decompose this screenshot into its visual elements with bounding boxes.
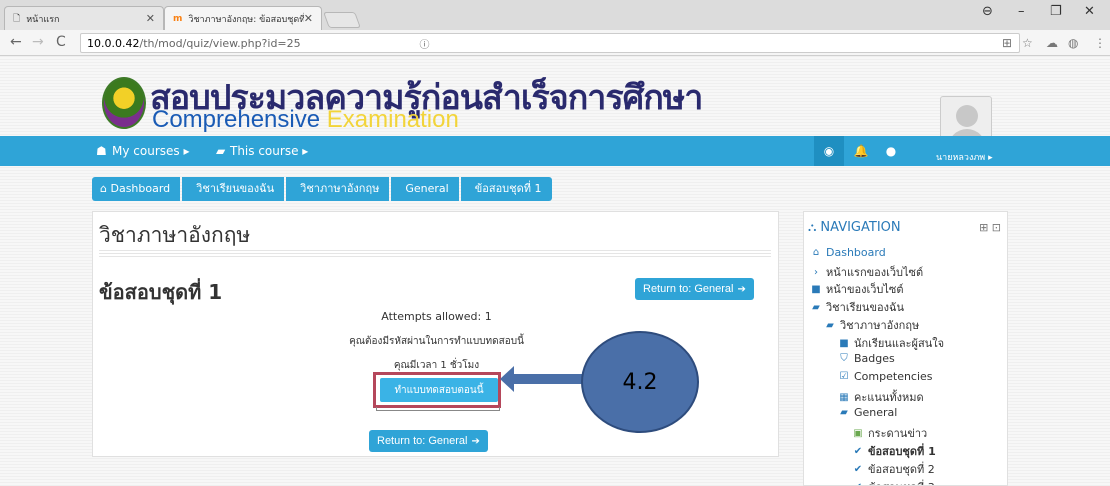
breadcrumb: ⌂ Dashboard วิชาเรียนของฉัน วิชาภาษาอังก…	[92, 177, 554, 201]
shield-icon: ⛉	[840, 353, 848, 364]
quiz-icon: ✔	[852, 482, 864, 486]
breadcrumb-quiz[interactable]: ข้อสอบชุดที่ 1	[460, 177, 552, 201]
nav-item-dashboard[interactable]: ⌂ Dashboard	[810, 246, 886, 259]
sign-in-icon: ➔	[471, 435, 480, 447]
table-icon: ▦	[839, 391, 849, 403]
reload-icon[interactable]: C	[56, 34, 66, 50]
chevron-right-icon: ›	[814, 266, 818, 278]
quiz-title: ข้อสอบชุดที่ 1	[99, 280, 223, 304]
book-icon: ▰	[216, 144, 226, 158]
nav-item-course[interactable]: ▰ วิชาภาษาอังกฤษ	[824, 316, 919, 334]
tab-label: หน้าแรก	[26, 14, 60, 25]
browser-tabstrip: 🗋 หน้าแรก ✕ m วิชาภาษาอังกฤษ: ข้อสอบชุดท…	[0, 0, 1110, 30]
top-navbar: ☗ My courses ▸ ▰ This course ▸ ◉ 🔔 ● นาย…	[0, 136, 1110, 166]
my-courses-menu[interactable]: My courses ▸	[112, 144, 189, 158]
maximize-icon[interactable]: ❐	[1050, 4, 1062, 19]
folder-open-icon: ▰	[840, 407, 848, 418]
moodle-icon: m	[173, 13, 183, 24]
mortarboard-icon: ☗	[96, 144, 107, 158]
sitemap-icon: ⛬	[808, 220, 817, 234]
divider	[99, 249, 771, 257]
navigation-title: NAVIGATION	[820, 220, 901, 235]
nav-item-competencies[interactable]: ☑ Competencies	[838, 370, 933, 383]
forward-icon[interactable]: →	[32, 34, 44, 50]
breadcrumb-label: ข้อสอบชุดที่ 1	[474, 182, 542, 195]
sign-in-icon: ➔	[737, 283, 746, 295]
annotation-badge: 4.2	[581, 331, 699, 433]
close-icon[interactable]: ✕	[146, 12, 155, 25]
nav-item-forum[interactable]: ▣ กระดานข่าว	[852, 424, 927, 442]
breadcrumb-label: วิชาภาษาอังกฤษ	[300, 182, 380, 195]
button-label: Return to: General	[377, 435, 468, 447]
menu-icon[interactable]: ⋮	[1094, 36, 1106, 50]
minimize-icon[interactable]: –	[1018, 4, 1025, 19]
extension-icon[interactable]: ☁	[1046, 36, 1058, 50]
nav-item-badges[interactable]: ⛉ Badges	[838, 352, 895, 365]
dock-icon[interactable]: ⊞	[979, 221, 988, 234]
subtitle-word1: Comprehensive	[152, 106, 321, 133]
nav-item-general[interactable]: ▰ General	[838, 406, 897, 419]
checkbox-icon: ☑	[839, 371, 849, 382]
back-icon[interactable]: ←	[10, 34, 22, 50]
breadcrumb-dashboard[interactable]: ⌂ Dashboard	[92, 177, 181, 201]
nav-item-site-home[interactable]: › หน้าแรกของเว็บไซต์	[810, 263, 923, 281]
new-tab-button[interactable]	[323, 12, 361, 28]
profile-icon[interactable]: ⊖	[982, 4, 993, 19]
page-body: สอบประมวลความรู้ก่อนสำเร็จการศึกษา Compr…	[0, 56, 1110, 486]
address-bar: ← → C ⓘ 10.0.0.42 /th/mod/quiz/view.php?…	[0, 30, 1110, 56]
this-course-menu[interactable]: This course ▸	[230, 144, 308, 158]
folder-icon: ■	[839, 337, 849, 349]
star-icon[interactable]: ☆	[1022, 36, 1033, 50]
folder-open-icon: ▰	[826, 319, 834, 331]
home-icon: ⌂	[812, 247, 820, 258]
close-icon[interactable]: ✕	[304, 12, 313, 25]
window-close-icon[interactable]: ✕	[1084, 4, 1095, 19]
breadcrumb-label: Dashboard	[110, 182, 171, 195]
nav-item-site-pages[interactable]: ■ หน้าของเว็บไซต์	[810, 280, 903, 298]
user-menu[interactable]: นายหลวงภพ ▸	[936, 150, 993, 164]
tab-label: วิชาภาษาอังกฤษ: ข้อสอบชุดที่	[188, 14, 304, 25]
info-icon[interactable]: ⓘ	[81, 36, 768, 51]
quiz-icon: ✔	[853, 463, 863, 475]
navigation-block: ⛬ NAVIGATION ⊞ ⊡ ⌂ Dashboard › หน้าแรกของเ…	[803, 211, 1008, 486]
navigation-header: ⛬ NAVIGATION	[808, 220, 901, 235]
attempts-allowed: Attempts allowed: 1	[381, 310, 492, 323]
nav-item-quiz-2[interactable]: ✔ ข้อสอบชุดที่ 2	[852, 460, 935, 478]
nav-item-participants[interactable]: ■ นักเรียนและผู้สนใจ	[838, 334, 944, 352]
bell-icon[interactable]: 🔔	[846, 136, 876, 166]
extension-icon[interactable]: ◍	[1068, 36, 1078, 50]
return-general-button-bottom[interactable]: Return to: General ➔	[369, 430, 488, 452]
attempt-quiz-button[interactable]: ทำแบบทดสอบตอนนี้	[380, 378, 498, 402]
translate-icon[interactable]: ⊞	[1002, 36, 1012, 50]
forum-icon: ▣	[853, 427, 863, 439]
nav-item-quiz-1[interactable]: ✔ ข้อสอบชุดที่ 1	[852, 442, 936, 460]
button-label: Return to: General	[643, 283, 734, 295]
course-title: วิชาภาษาอังกฤษ	[99, 223, 251, 247]
folder-open-icon: ▰	[812, 301, 820, 313]
chat-icon[interactable]: ●	[876, 136, 906, 166]
folder-icon: ■	[811, 283, 821, 295]
nav-item-grades[interactable]: ▦ คะแนนทั้งหมด	[838, 388, 923, 406]
breadcrumb-label: วิชาเรียนของฉัน	[196, 182, 275, 195]
quiz-icon: ✔	[853, 445, 863, 457]
university-logo	[102, 77, 146, 129]
nav-item-my-courses[interactable]: ▰ วิชาเรียนของฉัน	[810, 298, 904, 316]
browser-tab-quiz[interactable]: m วิชาภาษาอังกฤษ: ข้อสอบชุดที่ ✕	[164, 6, 322, 30]
collapse-icon[interactable]: ⊡	[992, 221, 1001, 234]
browser-tab-home[interactable]: 🗋 หน้าแรก ✕	[4, 6, 164, 30]
block-controls: ⊞ ⊡	[979, 221, 1001, 234]
site-subtitle: Comprehensive Examination	[152, 106, 459, 134]
breadcrumb-my-courses[interactable]: วิชาเรียนของฉัน	[182, 177, 285, 201]
return-general-button[interactable]: Return to: General ➔	[635, 278, 754, 300]
home-icon: ⌂	[100, 182, 107, 195]
breadcrumb-course[interactable]: วิชาภาษาอังกฤษ	[286, 177, 390, 201]
url-input[interactable]: ⓘ 10.0.0.42 /th/mod/quiz/view.php?id=25	[80, 33, 1020, 53]
subtitle-word2: Examination	[326, 106, 459, 133]
page-icon: 🗋	[13, 13, 21, 24]
breadcrumb-general[interactable]: General	[391, 177, 459, 201]
breadcrumb-label: General	[405, 182, 449, 195]
nav-item-quiz-3[interactable]: ✔ข้อสอบชุดที่ 3	[852, 478, 935, 486]
power-icon[interactable]: ◉	[814, 136, 844, 166]
